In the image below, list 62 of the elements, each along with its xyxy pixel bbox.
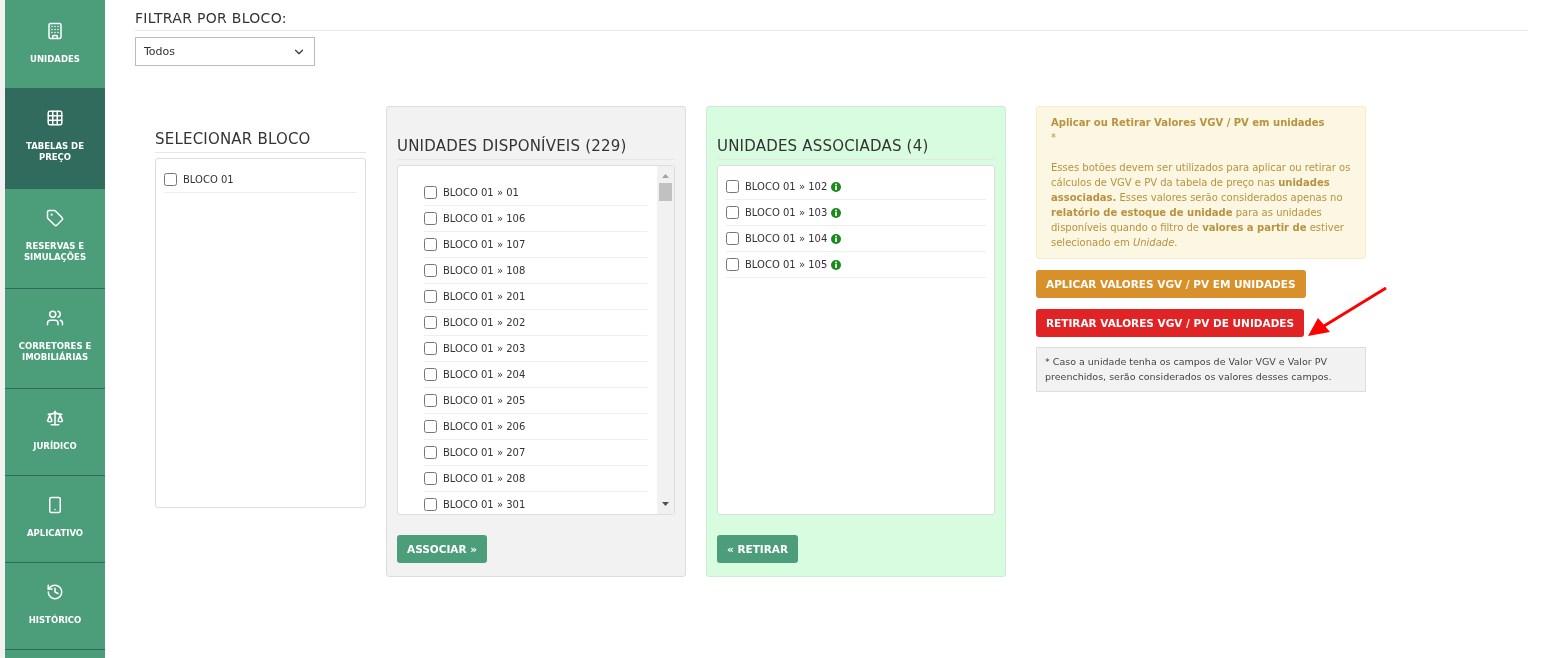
checkbox[interactable] xyxy=(424,394,437,407)
item-label: BLOCO 01 » 208 xyxy=(443,473,526,484)
checkbox[interactable] xyxy=(424,498,437,511)
item-label: BLOCO 01 » 203 xyxy=(443,343,526,354)
remove-values-button[interactable]: RETIRAR VALORES VGV / PV DE UNIDADES xyxy=(1036,309,1305,337)
info-icon xyxy=(831,181,842,192)
sidebar-icon xyxy=(46,22,64,40)
checkbox[interactable] xyxy=(424,264,437,277)
item-label: BLOCO 01 » 204 xyxy=(443,369,526,380)
footnote: * Caso a unidade tenha os campos de Valor VGV e Valor PV preenchidos, serão considerados os valores desses campos. xyxy=(1036,347,1366,393)
scrollbar[interactable] xyxy=(657,166,674,514)
item-label: BLOCO 01 » 206 xyxy=(443,421,526,432)
item-label: BLOCO 01 xyxy=(183,174,234,185)
notice-text: Esses botões devem ser utilizados para aplicar ou retirar os cálculos de VGV e PV da tabela de preço nas unidades associadas. Esses valores serão considerados apenas no relatório de estoque de unidade para as unidades disponíveis quando o filtro de valores a partir de estiver selecionado em Unidade. xyxy=(1051,161,1351,250)
item-label: BLOCO 01 » 105 xyxy=(745,259,828,270)
item-label: BLOCO 01 » 205 xyxy=(443,395,526,406)
notice-mark: * xyxy=(1051,131,1057,145)
sidebar-icon xyxy=(46,409,64,427)
checkbox[interactable] xyxy=(424,420,437,433)
section-title: FILTRAR POR BLOCO: xyxy=(135,10,1528,31)
checkbox[interactable] xyxy=(424,368,437,381)
item-label: BLOCO 01 » 202 xyxy=(443,317,526,328)
checkbox[interactable] xyxy=(726,258,739,271)
item-label: BLOCO 01 » 106 xyxy=(443,213,526,224)
checkbox[interactable] xyxy=(424,290,437,303)
sidebar-icon xyxy=(46,583,64,601)
block-select[interactable]: Todos xyxy=(135,37,315,66)
column-title: UNIDADES ASSOCIADAS (4) xyxy=(717,137,995,160)
column-title: SELECIONAR BLOCO xyxy=(155,130,366,153)
checkbox[interactable] xyxy=(726,206,739,219)
checkbox[interactable] xyxy=(424,472,437,485)
notice-title: Aplicar ou Retirar Valores VGV / PV em unidades xyxy=(1051,116,1326,130)
remove-button[interactable]: « RETIRAR xyxy=(717,535,799,563)
info-icon xyxy=(831,259,842,270)
item-label: BLOCO 01 » 102 xyxy=(745,181,828,192)
checkbox[interactable] xyxy=(424,238,437,251)
checkbox[interactable] xyxy=(424,446,437,459)
checkbox[interactable] xyxy=(424,316,437,329)
checkbox[interactable] xyxy=(164,173,177,186)
sidebar-icon xyxy=(46,109,64,127)
checkbox[interactable] xyxy=(424,342,437,355)
item-label: BLOCO 01 » 103 xyxy=(745,207,828,218)
sidebar-icon xyxy=(46,496,64,514)
checkbox[interactable] xyxy=(424,186,437,199)
item-label: BLOCO 01 » 301 xyxy=(443,499,526,510)
item-label: BLOCO 01 » 201 xyxy=(443,291,526,302)
apply-button[interactable]: APLICAR VALORES VGV / PV EM UNIDADES xyxy=(1036,270,1306,298)
checkbox[interactable] xyxy=(726,180,739,193)
info-icon xyxy=(831,207,842,218)
sidebar-icon xyxy=(46,309,64,327)
item-label: BLOCO 01 » 107 xyxy=(443,239,526,250)
item-label: BLOCO 01 » 104 xyxy=(745,233,828,244)
checkbox[interactable] xyxy=(424,212,437,225)
associate-button[interactable]: ASSOCIAR » xyxy=(397,535,487,563)
info-icon xyxy=(831,233,842,244)
item-label: BLOCO 01 » 01 xyxy=(443,187,519,198)
item-label: BLOCO 01 » 207 xyxy=(443,447,526,458)
checkbox[interactable] xyxy=(726,232,739,245)
item-label: BLOCO 01 » 108 xyxy=(443,265,526,276)
sidebar-item[interactable]: TABELAS DE PREÇO xyxy=(5,89,105,189)
column-title: UNIDADES DISPONÍVEIS (229) xyxy=(397,137,675,160)
sidebar-icon xyxy=(46,209,64,227)
